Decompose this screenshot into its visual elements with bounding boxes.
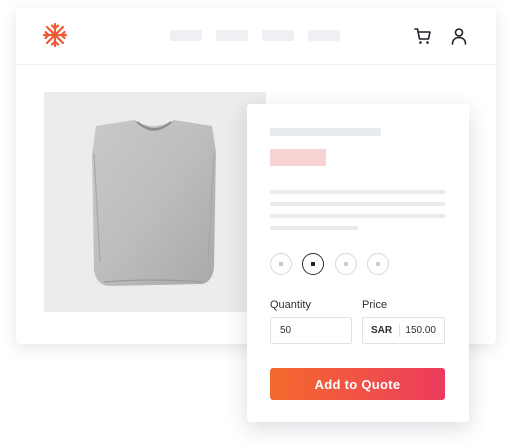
price-value: 150.00 xyxy=(405,325,436,336)
quantity-label: Quantity xyxy=(270,299,311,311)
product-image xyxy=(44,92,266,312)
nav-item-placeholder[interactable] xyxy=(170,30,202,41)
description-line-placeholder xyxy=(270,190,445,194)
price-tag-placeholder xyxy=(270,149,326,166)
variant-swatch[interactable] xyxy=(335,253,357,275)
price-divider xyxy=(399,324,400,337)
description-line-placeholder xyxy=(270,202,445,206)
description-line-placeholder xyxy=(270,226,358,230)
nav-item-placeholder[interactable] xyxy=(216,30,248,41)
variant-swatch-selected[interactable] xyxy=(302,253,324,275)
stage: Quantity Price 50 SAR 150.00 Add to Quot… xyxy=(0,0,512,448)
price-label: Price xyxy=(362,299,388,311)
quantity-input[interactable]: 50 xyxy=(270,317,352,344)
user-icon[interactable] xyxy=(449,26,469,46)
variant-swatch[interactable] xyxy=(367,253,389,275)
variant-swatch[interactable] xyxy=(270,253,292,275)
product-panel: Quantity Price 50 SAR 150.00 Add to Quot… xyxy=(247,104,469,422)
cart-icon[interactable] xyxy=(413,26,433,46)
description-line-placeholder xyxy=(270,214,445,218)
add-to-quote-button[interactable]: Add to Quote xyxy=(270,368,445,400)
currency-code: SAR xyxy=(371,325,393,336)
nav-item-placeholder[interactable] xyxy=(308,30,340,41)
product-title-placeholder xyxy=(270,128,381,136)
snowflake-logo-icon[interactable] xyxy=(42,22,68,48)
nav-item-placeholder[interactable] xyxy=(262,30,294,41)
site-header xyxy=(16,8,496,65)
price-field[interactable]: SAR 150.00 xyxy=(362,317,445,344)
folded-tshirt-image xyxy=(92,120,216,286)
